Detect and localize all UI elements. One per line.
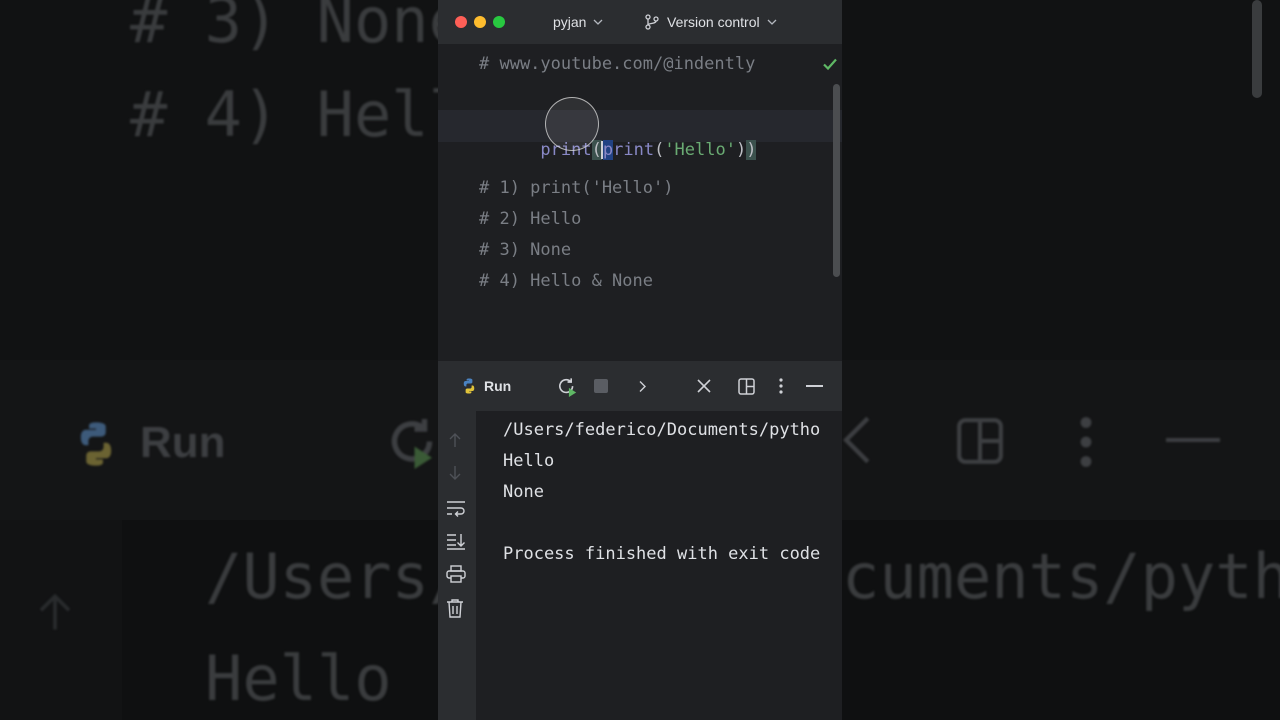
- code-option-4: # 4) Hello & None: [479, 271, 653, 291]
- rerun-icon[interactable]: [557, 377, 579, 397]
- python-icon: [463, 378, 475, 394]
- bg-minimize-icon: [1166, 438, 1220, 442]
- minimize-window-button[interactable]: [474, 16, 486, 28]
- bg-layout-icon: [957, 418, 1003, 464]
- soft-wrap-icon[interactable]: [446, 499, 466, 517]
- console-line-hello: Hello: [503, 451, 555, 471]
- bg-python-icon: [80, 422, 112, 466]
- code-option-3: # 3) None: [479, 240, 572, 260]
- inner-print-fn-first: p: [602, 140, 614, 160]
- ide-window: pyjan Version control # www.youtube.com/…: [438, 0, 842, 720]
- project-selector[interactable]: pyjan: [553, 12, 603, 32]
- bg-line-4: # 4) Hell: [130, 78, 466, 151]
- title-bar: pyjan Version control: [438, 0, 842, 44]
- run-tab-label: Run: [484, 378, 512, 394]
- code-comment-url: # www.youtube.com/@indently: [479, 54, 756, 74]
- string-hello: 'Hello': [664, 140, 736, 160]
- run-side-toolbar: [438, 411, 476, 720]
- console-line-path: /Users/federico/Documents/pytho: [503, 420, 821, 440]
- stop-icon[interactable]: [594, 379, 608, 393]
- inner-open-paren: (: [654, 140, 665, 160]
- vcs-label: Version control: [667, 14, 760, 30]
- run-console[interactable]: /Users/federico/Documents/pytho Hello No…: [438, 411, 842, 720]
- outer-close-paren: ): [746, 140, 757, 160]
- more-options-icon[interactable]: [778, 378, 784, 394]
- down-arrow-icon[interactable]: [446, 464, 464, 482]
- console-line-none: None: [503, 482, 544, 502]
- code-option-2: # 2) Hello: [479, 209, 582, 229]
- close-window-button[interactable]: [455, 16, 467, 28]
- bg-run-label: Run: [140, 418, 226, 467]
- project-name: pyjan: [553, 14, 587, 30]
- inner-close-paren: ): [735, 140, 747, 160]
- bg-path-right: cuments/pytho: [842, 540, 1280, 613]
- code-print-line: print(print('Hello')): [479, 114, 757, 160]
- bg-path-left: /Users/: [205, 540, 467, 613]
- bg-scrollbar: [1252, 0, 1262, 98]
- bg-more-icon: [1080, 417, 1092, 467]
- mouse-cursor-indicator: [545, 97, 599, 151]
- editor-scrollbar[interactable]: [833, 84, 840, 277]
- bg-close-icon: [843, 416, 870, 464]
- layout-icon[interactable]: [738, 378, 755, 395]
- trash-icon[interactable]: [446, 598, 464, 618]
- branch-icon: [645, 14, 659, 30]
- check-icon[interactable]: [822, 56, 838, 72]
- close-icon[interactable]: [696, 378, 712, 394]
- vcs-selector[interactable]: Version control: [644, 12, 777, 32]
- bg-hello: Hello: [205, 642, 392, 715]
- run-toolbar: Run: [438, 360, 842, 411]
- bg-up-arrow-icon: [39, 593, 71, 630]
- minimize-icon[interactable]: [806, 385, 823, 387]
- code-editor[interactable]: # www.youtube.com/@indently print(print(…: [438, 44, 842, 360]
- chevron-right-icon[interactable]: [638, 380, 648, 393]
- bg-rerun-icon: [391, 419, 433, 469]
- zoom-window-button[interactable]: [493, 16, 505, 28]
- chevron-down-icon: [767, 19, 777, 25]
- scroll-to-end-icon[interactable]: [446, 532, 466, 550]
- up-arrow-icon[interactable]: [446, 431, 464, 449]
- inner-print-fn-rest: rint: [613, 140, 655, 160]
- bg-line-3: # 3) None: [130, 0, 466, 57]
- print-icon[interactable]: [446, 565, 466, 583]
- chevron-down-icon: [594, 19, 603, 25]
- code-option-1: # 1) print('Hello'): [479, 178, 674, 198]
- run-tab[interactable]: Run: [460, 377, 511, 395]
- console-line-exit: Process finished with exit code: [503, 544, 821, 564]
